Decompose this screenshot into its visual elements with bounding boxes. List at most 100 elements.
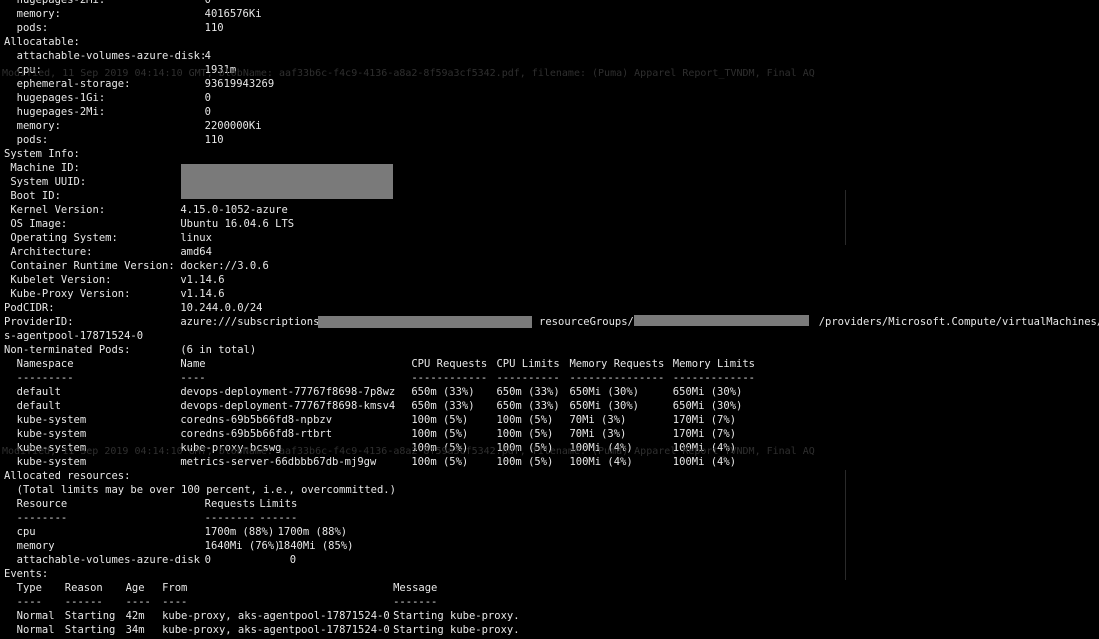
terminal-text: 100m (5%)	[411, 428, 469, 440]
terminal-text: memory:	[4, 8, 61, 20]
terminal-line: (Total limits may be over 100 percent, i…	[0, 483, 1099, 497]
terminal-line: hugepages-1Gi: 0	[0, 91, 1099, 105]
terminal-text: 650m (33%)	[496, 386, 560, 398]
terminal-text: default	[4, 400, 61, 412]
terminal-text: ----------	[496, 372, 560, 384]
terminal-text: 100m (5%)	[411, 414, 469, 426]
terminal-text: 0	[204, 106, 211, 118]
terminal-text: 100m (5%)	[496, 428, 554, 440]
terminal-text: --------	[204, 512, 256, 524]
terminal-text: Resource	[4, 498, 68, 510]
terminal-text: ---------	[4, 372, 74, 384]
terminal-text: Non-terminated Pods:	[4, 344, 131, 356]
terminal-text: Starting kube-proxy.	[393, 624, 520, 636]
terminal-line: ---- ------ ---- ---- -------	[0, 595, 1099, 609]
terminal-text: Architecture:	[4, 246, 93, 258]
terminal-text: Memory Requests	[569, 358, 665, 370]
terminal-line: System UUID:	[0, 175, 1099, 189]
terminal-text: Reason	[64, 582, 103, 594]
terminal-text: devops-deployment-77767f8698-kmsv4	[180, 400, 396, 412]
terminal-text: azure:///subscriptions/	[180, 316, 326, 328]
terminal-text: 110	[204, 134, 224, 146]
terminal-text: 42m	[125, 610, 145, 622]
terminal-text: kube-system	[4, 414, 87, 426]
terminal-line: hugepages-2Mi: 0	[0, 105, 1099, 119]
terminal-text: /providers/Microsoft.Compute/virtualMach…	[818, 316, 1099, 328]
terminal-line: default devops-deployment-77767f8698-7p8w…	[0, 385, 1099, 399]
terminal-text: Limits	[259, 498, 298, 510]
terminal-text: v1.14.6	[180, 274, 225, 286]
terminal-text: 650Mi (30%)	[672, 400, 743, 412]
terminal-line: kube-system coredns-69b5b66fd8-rtbrt 100m …	[0, 427, 1099, 441]
terminal-line: Kernel Version: 4.15.0-1052-azure	[0, 203, 1099, 217]
terminal-line: --------- ---- ------------ ---------- -----…	[0, 371, 1099, 385]
terminal-text: Namespace	[4, 358, 74, 370]
terminal-line: Operating System: linux	[0, 231, 1099, 245]
terminal-line: Kubelet Version: v1.14.6	[0, 273, 1099, 287]
terminal-text: ----	[125, 596, 151, 608]
terminal-text: 0	[204, 554, 211, 566]
terminal-line: Kube-Proxy Version: v1.14.6	[0, 287, 1099, 301]
terminal-text: amd64	[180, 246, 212, 258]
terminal-text: -------------	[672, 372, 755, 384]
window-edge-divider	[845, 190, 846, 245]
terminal-text: 70Mi (3%)	[569, 414, 627, 426]
terminal-text: 650m (33%)	[411, 386, 475, 398]
terminal-text: Boot ID:	[4, 190, 61, 202]
terminal-text: 650Mi (30%)	[569, 386, 639, 398]
terminal-text: 650m (33%)	[411, 400, 475, 412]
terminal-text: Allocated resources:	[4, 470, 131, 482]
terminal-text: ---------------	[569, 372, 665, 384]
terminal-text: --------	[4, 512, 68, 524]
terminal-line: Machine ID:	[0, 161, 1099, 175]
terminal-text: OS Image:	[4, 218, 68, 230]
terminal-text: kube-system	[4, 428, 87, 440]
terminal-text: 650m (33%)	[496, 400, 560, 412]
terminal-text: CPU Requests	[411, 358, 488, 370]
terminal-text: hugepages-1Gi:	[4, 92, 106, 104]
terminal-text: ------	[259, 512, 298, 524]
terminal-text: Type	[4, 582, 42, 594]
terminal-text: 170Mi (7%)	[672, 428, 737, 440]
terminal-line: attachable-volumes-azure-disk: 4	[0, 49, 1099, 63]
terminal-text: 650Mi (30%)	[569, 400, 639, 412]
terminal-text: 4	[204, 50, 211, 62]
terminal-text: 0	[289, 554, 297, 566]
terminal-text: ProviderID:	[4, 316, 74, 328]
terminal-text: attachable-volumes-azure-disk:	[4, 50, 207, 62]
terminal-text: (6 in total)	[180, 344, 257, 356]
terminal-line: Events:	[0, 567, 1099, 581]
terminal-line: ProviderID: azure:///subscriptions/resour…	[0, 315, 1099, 329]
terminal-line: -------- -------- ------	[0, 511, 1099, 525]
terminal-line: s-agentpool-17871524-0	[0, 329, 1099, 343]
terminal-text: ----	[4, 596, 42, 608]
terminal-text: 2200000Ki	[204, 120, 262, 132]
terminal-text: CPU Limits	[496, 358, 560, 370]
terminal-text: ----	[180, 372, 206, 384]
terminal-text: (Total limits may be over 100 percent, i…	[4, 484, 396, 496]
terminal-text: Kube-Proxy Version:	[4, 288, 131, 300]
terminal-line: pods: 110	[0, 21, 1099, 35]
terminal-output[interactable]: hugepages-2Mi: 0 memory: 4016576Ki pods: 11…	[0, 0, 1099, 637]
terminal-line: default devops-deployment-77767f8698-kmsv…	[0, 399, 1099, 413]
terminal-text: linux	[180, 232, 212, 244]
terminal-line: Normal Starting 42m kube-proxy, aks-agentpo…	[0, 609, 1099, 623]
terminal-text: ------------	[411, 372, 488, 384]
terminal-text: ------	[64, 596, 103, 608]
terminal-text: Starting kube-proxy.	[393, 610, 520, 622]
redacted-machine-info-block	[181, 164, 393, 199]
terminal-text: -------	[393, 596, 438, 608]
terminal-line: Normal Starting 34m kube-proxy, aks-agentpo…	[0, 623, 1099, 637]
terminal-text: Operating System:	[4, 232, 118, 244]
terminal-line: Non-terminated Pods: (6 in total)	[0, 343, 1099, 357]
terminal-line: memory: 2200000Ki	[0, 119, 1099, 133]
terminal-text: Message	[393, 582, 438, 594]
terminal-text: devops-deployment-77767f8698-7p8wz	[180, 386, 396, 398]
terminal-text: Ubuntu 16.04.6 LTS	[180, 218, 295, 230]
terminal-text: coredns-69b5b66fd8-npbzv	[180, 414, 333, 426]
terminal-text: ----	[162, 596, 188, 608]
terminal-text: Machine ID:	[4, 162, 80, 174]
terminal-text: pods:	[4, 134, 49, 146]
terminal-text: Allocatable:	[4, 36, 80, 48]
terminal-line: hugepages-2Mi: 0	[0, 0, 1099, 7]
